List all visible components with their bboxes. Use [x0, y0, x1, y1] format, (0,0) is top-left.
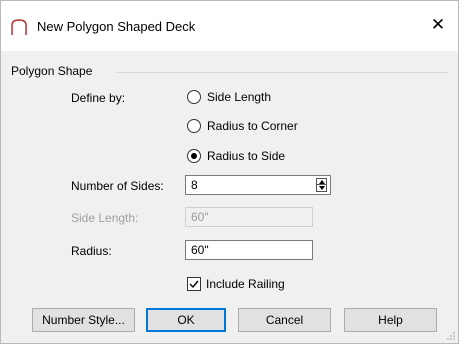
cancel-button[interactable]: Cancel: [238, 308, 331, 332]
radius-input[interactable]: 60": [185, 240, 313, 260]
help-button[interactable]: Help: [344, 308, 437, 332]
ok-button[interactable]: OK: [146, 308, 226, 332]
checkbox-box: [187, 277, 201, 291]
spinner-icon[interactable]: [316, 178, 327, 192]
number-style-button[interactable]: Number Style...: [32, 308, 135, 332]
side-length-label: Side Length:: [71, 211, 139, 225]
radio-selected-dot: [191, 153, 197, 159]
radio-radius-to-side[interactable]: Radius to Side: [187, 149, 317, 165]
title-bar: New Polygon Shaped Deck ✕: [1, 1, 458, 51]
group-label: Polygon Shape: [11, 64, 93, 78]
radius-label: Radius:: [71, 244, 112, 258]
side-length-input: 60": [185, 207, 313, 227]
define-by-label: Define by:: [71, 91, 126, 105]
radio-side-length[interactable]: Side Length: [187, 90, 297, 106]
resize-grip-icon[interactable]: [446, 331, 456, 341]
radio-label-side-length: Side Length: [207, 90, 272, 104]
radio-circle: [187, 90, 201, 104]
spinner-divider: [317, 184, 326, 185]
close-icon: ✕: [430, 15, 446, 34]
radio-label-radius-to-side: Radius to Side: [207, 149, 286, 163]
radio-circle: [187, 149, 201, 163]
dialog-window: New Polygon Shaped Deck ✕ Polygon Shape …: [0, 0, 459, 344]
radius-value: 60": [191, 243, 209, 257]
spinner-down-icon: [319, 186, 325, 190]
number-of-sides-value: 8: [191, 178, 198, 192]
number-of-sides-input[interactable]: 8: [185, 175, 331, 195]
include-railing-label: Include Railing: [206, 277, 285, 291]
window-title: New Polygon Shaped Deck: [37, 19, 196, 34]
polygon-deck-icon: [11, 19, 27, 35]
close-button[interactable]: ✕: [428, 15, 448, 35]
check-icon: [189, 280, 199, 289]
radio-circle: [187, 119, 201, 133]
side-length-value: 60": [191, 210, 209, 224]
include-railing-checkbox[interactable]: Include Railing: [187, 277, 307, 291]
radio-radius-to-corner[interactable]: Radius to Corner: [187, 119, 327, 135]
radio-label-radius-to-corner: Radius to Corner: [207, 119, 298, 133]
group-divider: [116, 72, 448, 73]
number-of-sides-label: Number of Sides:: [71, 179, 164, 193]
